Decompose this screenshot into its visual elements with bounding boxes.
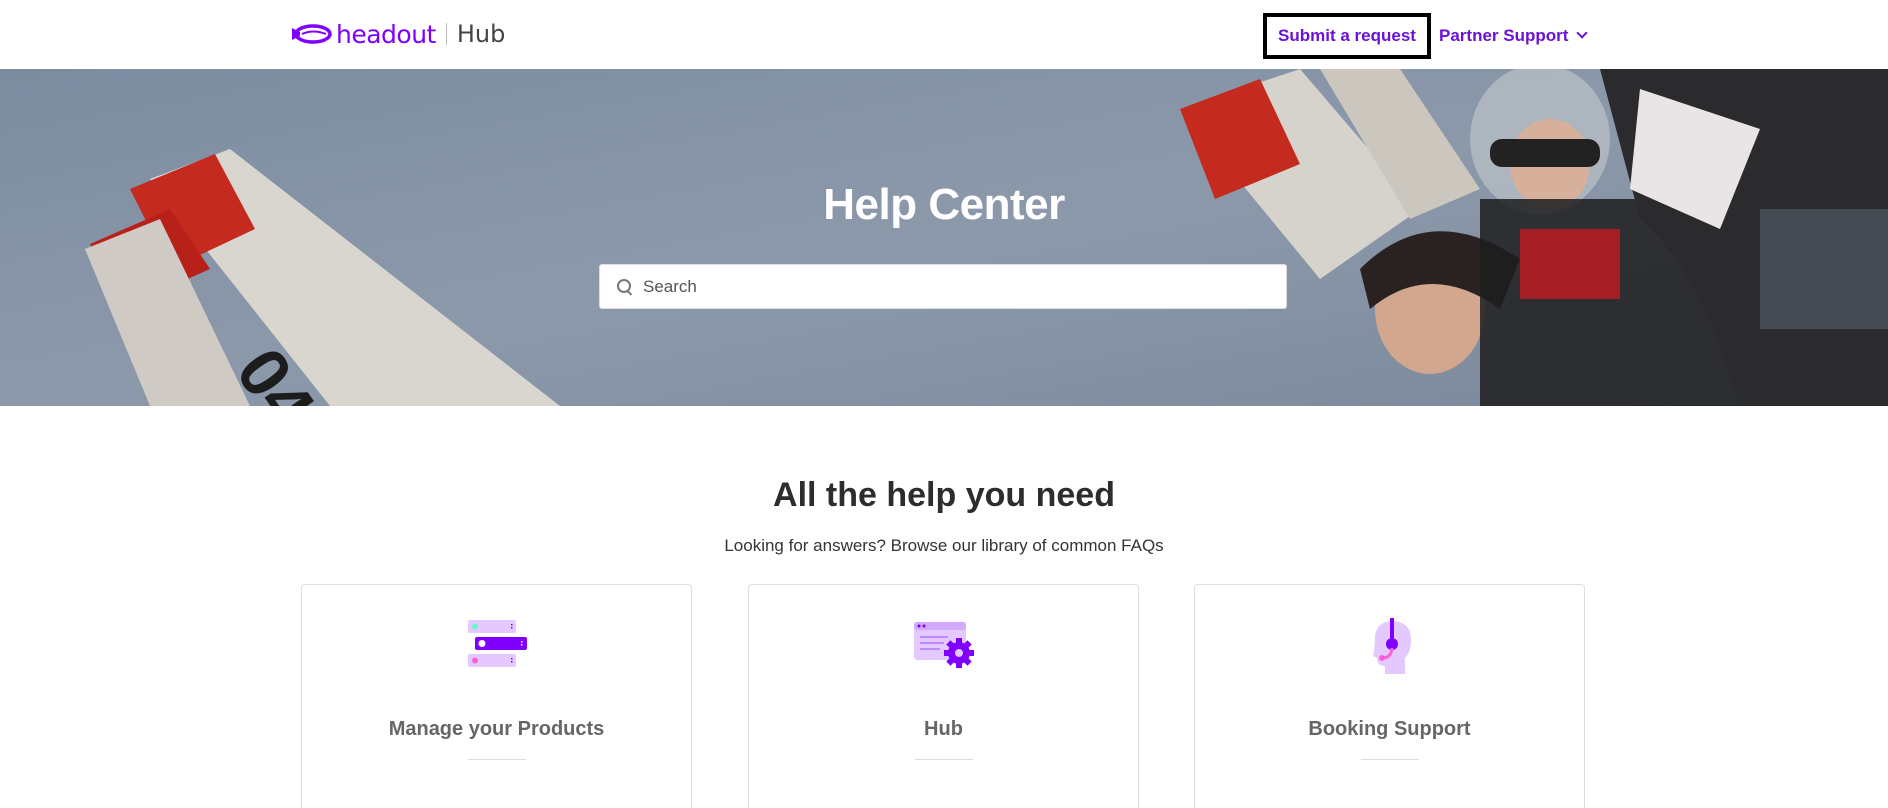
card-divider xyxy=(914,759,973,760)
partner-support-menu[interactable]: Partner Support xyxy=(1439,24,1589,48)
card-divider xyxy=(467,759,526,760)
settings-window-icon xyxy=(749,618,1138,678)
headout-hub-logo[interactable]: headout Hub xyxy=(290,17,505,51)
category-card-manage-products[interactable]: Manage your Products xyxy=(301,584,692,808)
page-title: Help Center xyxy=(823,180,1065,229)
partner-support-label: Partner Support xyxy=(1439,26,1569,45)
section-heading: All the help you need xyxy=(773,476,1115,514)
site-header: headout Hub Submit a request Partner Sup… xyxy=(0,0,1888,69)
logo-divider xyxy=(445,23,447,45)
logo-wordmark: headout xyxy=(336,19,436,49)
blimp-logo-icon xyxy=(292,24,332,44)
chevron-down-icon xyxy=(1576,27,1589,39)
category-card-booking-support[interactable]: Booking Support xyxy=(1194,584,1585,808)
product-list-icon xyxy=(302,618,691,678)
skydivers-background-image: 04 xyxy=(0,69,1888,406)
card-label: Hub xyxy=(924,718,963,740)
card-label: Booking Support xyxy=(1308,718,1471,740)
card-divider xyxy=(1360,759,1419,760)
search-input[interactable] xyxy=(643,276,1263,297)
card-label: Manage your Products xyxy=(388,718,605,740)
search-icon xyxy=(617,278,633,295)
category-card-hub[interactable]: Hub xyxy=(748,584,1139,808)
search-bar[interactable] xyxy=(599,264,1287,309)
section-subtitle: Looking for answers? Browse our library … xyxy=(724,536,1164,555)
hero-banner: 04 Help Center xyxy=(0,69,1888,406)
submit-request-button[interactable]: Submit a request xyxy=(1263,13,1431,59)
logo-hub-text: Hub xyxy=(456,20,506,48)
headset-support-icon xyxy=(1195,618,1584,678)
